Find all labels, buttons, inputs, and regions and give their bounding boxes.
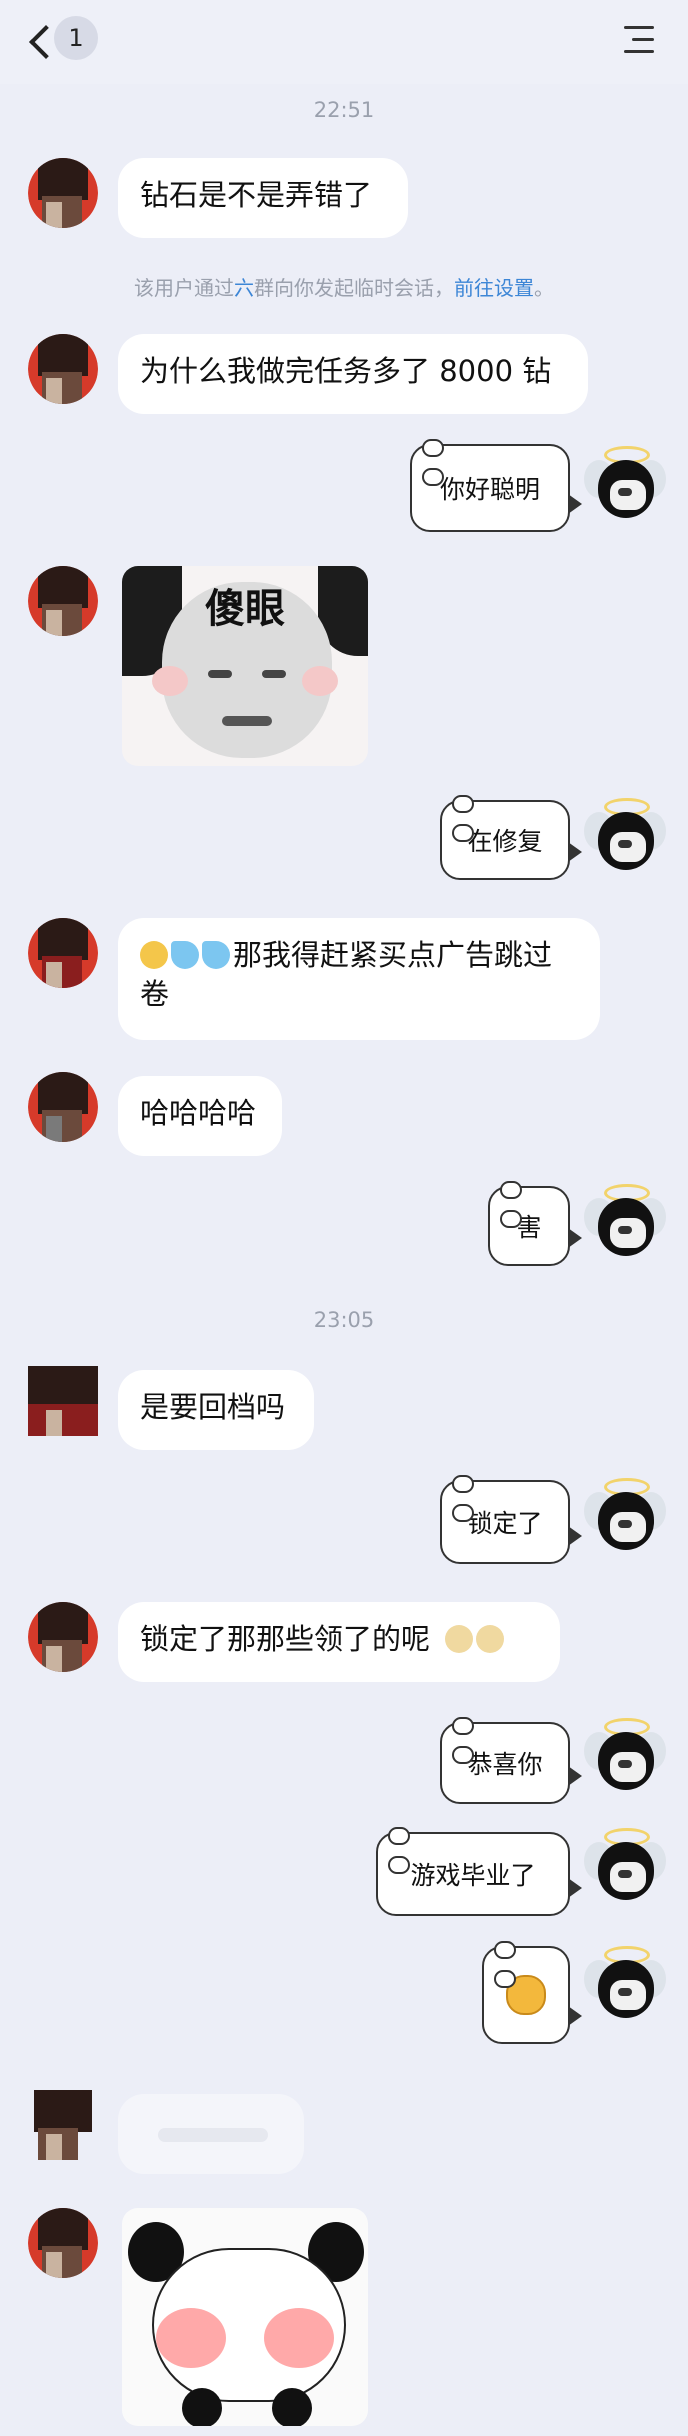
sticker-reply[interactable]: 游戏毕业了 [376,1827,582,1916]
my-avatar[interactable] [584,1944,666,2024]
avatar[interactable] [28,566,98,636]
sticker-text: 你好聪明 [439,475,540,504]
message-bubble[interactable]: 那我得赶紧买点广告跳过卷 [118,918,600,1040]
system-note-text: 。 [534,276,554,300]
face-emoji-icon [476,1625,505,1653]
group-link[interactable]: 六 [234,276,254,300]
sticker-reply[interactable]: 在修复 [440,795,582,880]
grin-emoji-icon [140,941,168,969]
my-avatar[interactable] [584,1476,666,1556]
message-bubble[interactable]: 钻石是不是弄错了 [118,158,408,238]
settings-link[interactable]: 前往设置 [454,276,534,300]
back-button[interactable]: 1 [24,16,104,64]
avatar[interactable] [28,334,98,404]
timestamp: 23:05 [313,1308,375,1332]
avatar[interactable] [28,918,98,988]
my-avatar[interactable] [584,444,666,524]
sticker-text: 游戏毕业了 [410,1861,536,1890]
system-note-text: 该用户通过 [134,276,234,300]
message-bubble[interactable]: 哈哈哈哈 [118,1076,282,1156]
avatar[interactable] [28,2208,98,2278]
sticker-reply[interactable]: 恭喜你 [440,1717,582,1804]
sticker-text: 锁定了 [467,1509,543,1538]
my-avatar[interactable] [584,1826,666,1906]
sticker-reply[interactable] [482,1941,582,2044]
meme-caption: 傻眼 [205,585,285,632]
unread-count-badge: 1 [54,16,98,60]
sweat-drops-emoji-icon [171,941,199,969]
message-bubble[interactable]: 锁定了那那些领了的呢 [118,1602,560,1682]
meme-image[interactable] [122,2208,368,2426]
avatar[interactable] [28,1072,98,1142]
timestamp: 22:51 [313,98,375,122]
sticker-reply[interactable]: 害 [488,1181,582,1266]
system-note: 该用户通过六群向你发起临时会话，前往设置。 [0,272,688,301]
avatar[interactable] [28,2090,98,2160]
message-bubble[interactable]: 是要回档吗 [118,1370,314,1450]
message-bubble[interactable]: 为什么我做完任务多了 8000 钻 [118,334,588,414]
avatar[interactable] [28,1366,98,1436]
sticker-reply[interactable]: 锁定了 [440,1475,582,1564]
sticker-reply[interactable]: 你好聪明 [410,439,582,532]
my-avatar[interactable] [584,796,666,876]
avatar[interactable] [28,158,98,228]
message-text: 锁定了那那些领了的呢 [140,1622,431,1656]
meme-image[interactable]: 傻眼 [122,566,368,766]
sweat-drops-emoji-icon [202,941,230,969]
system-note-text: 群向你发起临时会话， [254,276,454,300]
face-emoji-icon [445,1625,474,1653]
sticker-text: 恭喜你 [467,1750,543,1779]
my-avatar[interactable] [584,1716,666,1796]
sticker-text: 在修复 [467,827,543,856]
blurred-message-bubble[interactable] [118,2094,304,2174]
menu-icon[interactable] [620,24,654,56]
my-avatar[interactable] [584,1182,666,1262]
avatar[interactable] [28,1602,98,1672]
